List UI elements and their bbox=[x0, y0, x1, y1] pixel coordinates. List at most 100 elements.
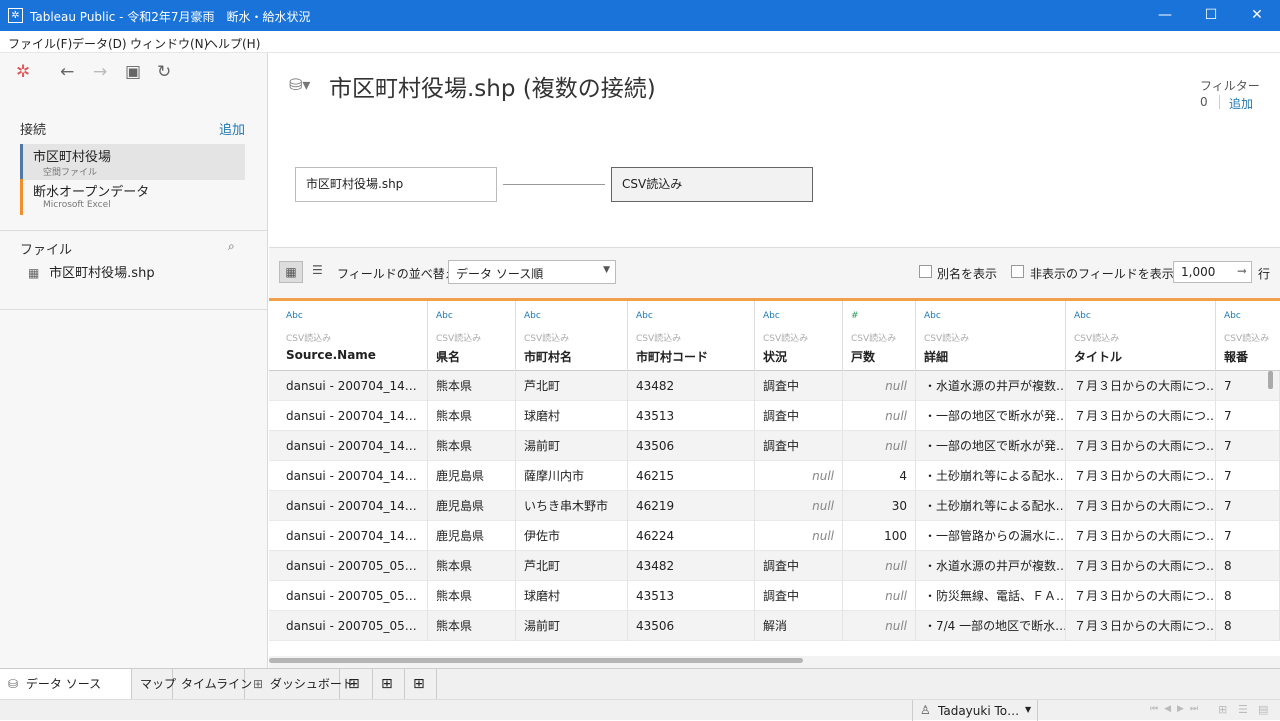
table-cell[interactable]: ・7/4 一部の地区で断水… bbox=[916, 611, 1066, 641]
table-cell[interactable]: 鹿児島県 bbox=[428, 491, 516, 521]
pager-icons[interactable]: ⏮◀▶⏭ bbox=[1150, 704, 1204, 714]
table-cell[interactable]: ７月３日からの大雨につ… bbox=[1066, 371, 1216, 401]
table-cell[interactable]: null bbox=[843, 611, 916, 641]
table-cell[interactable]: 43482 bbox=[628, 551, 755, 581]
filmstrip-icon[interactable]: ▤ bbox=[1258, 703, 1268, 716]
tab-dashboard[interactable]: ⊞ ダッシュボード bbox=[245, 669, 354, 700]
column-header[interactable]: Abc CSV読込み タイトル bbox=[1066, 301, 1216, 371]
tab-map[interactable]: マップ bbox=[132, 669, 176, 700]
table-cell[interactable]: dansui - 200704_14… bbox=[278, 461, 428, 491]
menu-help[interactable]: ヘルプ(H) bbox=[206, 35, 260, 52]
datasource-title[interactable]: 市区町村役場.shp (複数の接続) bbox=[329, 69, 656, 103]
vertical-scrollbar[interactable] bbox=[1268, 371, 1273, 389]
table-cell[interactable]: null bbox=[755, 521, 843, 551]
table-cell[interactable]: dansui - 200705_05… bbox=[278, 611, 428, 641]
tab-timeline[interactable]: タイムライン bbox=[173, 669, 252, 700]
right-table[interactable]: CSV読込み bbox=[611, 167, 813, 202]
table-cell[interactable]: ・一部管路からの漏水に… bbox=[916, 521, 1066, 551]
table-cell[interactable]: 7 bbox=[1216, 431, 1280, 461]
column-header[interactable]: Abc CSV読込み 詳細 bbox=[916, 301, 1066, 371]
table-cell[interactable]: dansui - 200705_05… bbox=[278, 581, 428, 611]
join-line[interactable] bbox=[503, 184, 605, 185]
table-cell[interactable]: ・土砂崩れ等による配水… bbox=[916, 461, 1066, 491]
table-cell[interactable]: ・水道水源の井戸が複数… bbox=[916, 371, 1066, 401]
table-cell[interactable]: 芦北町 bbox=[516, 551, 628, 581]
column-header[interactable]: Abc CSV読込み 市町村名 bbox=[516, 301, 628, 371]
table-cell[interactable]: null bbox=[755, 461, 843, 491]
table-cell[interactable]: いちき串木野市 bbox=[516, 491, 628, 521]
save-icon[interactable]: ▣ bbox=[125, 62, 141, 82]
horizontal-scrollbar-thumb[interactable] bbox=[269, 658, 803, 663]
list-view-icon[interactable]: ☰ bbox=[312, 263, 323, 277]
tableau-logo-icon[interactable]: ✲ bbox=[16, 62, 30, 82]
table-cell[interactable]: 調査中 bbox=[755, 551, 843, 581]
connection-item-excel[interactable]: 断水オープンデータ Microsoft Excel bbox=[20, 179, 245, 215]
minimize-button[interactable]: — bbox=[1142, 0, 1188, 31]
menu-data[interactable]: データ(D) bbox=[72, 35, 127, 52]
sheet-list-icon[interactable]: ☰ bbox=[1238, 703, 1248, 716]
table-cell[interactable]: ・一部の地区で断水が発… bbox=[916, 401, 1066, 431]
table-cell[interactable]: 7 bbox=[1216, 491, 1280, 521]
table-cell[interactable]: 調査中 bbox=[755, 371, 843, 401]
table-cell[interactable]: ７月３日からの大雨につ… bbox=[1066, 431, 1216, 461]
table-cell[interactable]: ・一部の地区で断水が発… bbox=[916, 431, 1066, 461]
table-cell[interactable]: 43513 bbox=[628, 401, 755, 431]
table-cell[interactable]: dansui - 200704_14… bbox=[278, 431, 428, 461]
table-cell[interactable]: 46215 bbox=[628, 461, 755, 491]
table-cell[interactable]: 7 bbox=[1216, 401, 1280, 431]
table-cell[interactable]: dansui - 200704_14… bbox=[278, 401, 428, 431]
arrow-right-icon[interactable]: ➞ bbox=[1237, 264, 1247, 278]
show-alias-checkbox[interactable] bbox=[919, 265, 932, 278]
table-cell[interactable]: 伊佐市 bbox=[516, 521, 628, 551]
table-cell[interactable]: 30 bbox=[843, 491, 916, 521]
table-cell[interactable]: 湯前町 bbox=[516, 611, 628, 641]
table-cell[interactable]: null bbox=[843, 431, 916, 461]
table-cell[interactable]: ・土砂崩れ等による配水… bbox=[916, 491, 1066, 521]
table-cell[interactable]: 芦北町 bbox=[516, 371, 628, 401]
table-cell[interactable]: ７月３日からの大雨につ… bbox=[1066, 611, 1216, 641]
table-cell[interactable]: 4 bbox=[843, 461, 916, 491]
column-header[interactable]: # CSV読込み 戸数 bbox=[843, 301, 916, 371]
grid-view-icon[interactable]: ▦ bbox=[279, 261, 303, 283]
table-cell[interactable]: 8 bbox=[1216, 611, 1280, 641]
table-cell[interactable]: 解消 bbox=[755, 611, 843, 641]
maximize-button[interactable]: ☐ bbox=[1188, 0, 1234, 31]
table-cell[interactable]: dansui - 200704_14… bbox=[278, 521, 428, 551]
column-header[interactable]: Abc CSV読込み 報番 bbox=[1216, 301, 1280, 371]
add-connection-link[interactable]: 追加 bbox=[219, 119, 245, 138]
table-cell[interactable]: ・水道水源の井戸が複数… bbox=[916, 551, 1066, 581]
table-cell[interactable]: ７月３日からの大雨につ… bbox=[1066, 491, 1216, 521]
user-menu[interactable]: ♙ Tadayuki To… ▼ bbox=[912, 700, 1038, 721]
table-cell[interactable]: 調査中 bbox=[755, 431, 843, 461]
new-worksheet-icon[interactable]: ⊞ bbox=[340, 669, 373, 700]
table-cell[interactable]: dansui - 200704_14… bbox=[278, 491, 428, 521]
table-cell[interactable]: 鹿児島県 bbox=[428, 461, 516, 491]
table-cell[interactable]: 100 bbox=[843, 521, 916, 551]
table-cell[interactable]: 43506 bbox=[628, 431, 755, 461]
table-cell[interactable]: 鹿児島県 bbox=[428, 521, 516, 551]
new-story-icon[interactable]: ⊞ bbox=[405, 669, 437, 700]
menu-file[interactable]: ファイル(F) bbox=[8, 35, 72, 52]
table-cell[interactable]: null bbox=[843, 581, 916, 611]
sort-fields-select[interactable]: データ ソース順 ▼ bbox=[448, 260, 616, 284]
table-cell[interactable]: ７月３日からの大雨につ… bbox=[1066, 461, 1216, 491]
sheet-grid-icon[interactable]: ⊞ bbox=[1218, 703, 1227, 716]
table-cell[interactable]: ７月３日からの大雨につ… bbox=[1066, 521, 1216, 551]
table-cell[interactable]: ７月３日からの大雨につ… bbox=[1066, 401, 1216, 431]
table-cell[interactable]: 熊本県 bbox=[428, 581, 516, 611]
forward-icon[interactable]: → bbox=[93, 62, 107, 82]
close-button[interactable]: ✕ bbox=[1234, 0, 1280, 31]
table-cell[interactable]: 熊本県 bbox=[428, 551, 516, 581]
table-cell[interactable]: 7 bbox=[1216, 461, 1280, 491]
refresh-icon[interactable]: ↻ bbox=[157, 62, 171, 82]
rows-input[interactable]: 1,000 ➞ bbox=[1173, 261, 1252, 283]
new-dashboard-icon[interactable]: ⊞ bbox=[373, 669, 405, 700]
table-cell[interactable]: 46224 bbox=[628, 521, 755, 551]
back-icon[interactable]: ← bbox=[60, 62, 74, 82]
table-cell[interactable]: 熊本県 bbox=[428, 401, 516, 431]
connection-item-shp[interactable]: 市区町村役場 空間ファイル bbox=[20, 144, 245, 180]
search-icon[interactable]: ⌕ bbox=[228, 239, 235, 254]
table-cell[interactable]: 熊本県 bbox=[428, 431, 516, 461]
column-header[interactable]: Abc CSV読込み 市町村コード bbox=[628, 301, 755, 371]
show-hidden-checkbox[interactable] bbox=[1011, 265, 1024, 278]
